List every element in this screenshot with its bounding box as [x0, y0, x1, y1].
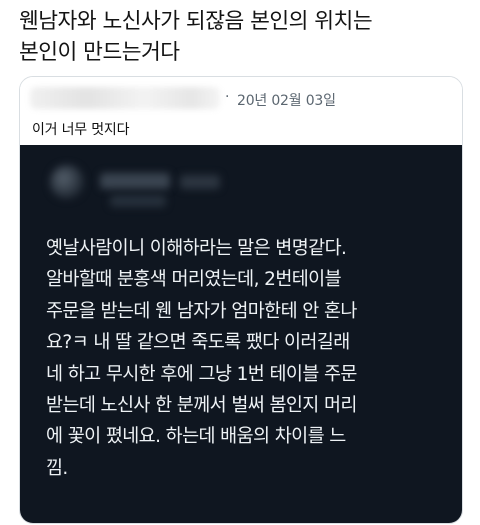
screenshot-tweet-body: 옛날사람이니 이해하라는 말은 변명같다. 알바할때 분홍색 머리였는데, 2번… — [46, 238, 357, 479]
post-headline: 웬남자와 노신사가 되잖음 본인의 위치는 본인이 만드는거다 — [19, 9, 373, 65]
blurred-handle — [180, 175, 220, 189]
blurred-avatar — [50, 165, 84, 199]
blurred-meta — [110, 195, 166, 207]
blurred-username — [30, 87, 220, 109]
tweet-screenshot-image[interactable]: 옛날사람이니 이해하라는 말은 변명같다. 알바할때 분홍색 머리였는데, 2번… — [20, 145, 462, 523]
quoted-tweet-text: 이거 너무 멋지다 — [32, 122, 130, 138]
quoted-tweet-header: · 20년 02월 03일 이거 너무 멋지다 — [20, 77, 462, 145]
quoted-tweet-card[interactable]: · 20년 02월 03일 이거 너무 멋지다 옛날사람이니 이해하라는 말은 … — [19, 76, 463, 524]
tweet-date[interactable]: 20년 02월 03일 — [237, 90, 336, 110]
meta-separator: · — [225, 89, 230, 105]
blurred-display-name — [100, 173, 170, 189]
